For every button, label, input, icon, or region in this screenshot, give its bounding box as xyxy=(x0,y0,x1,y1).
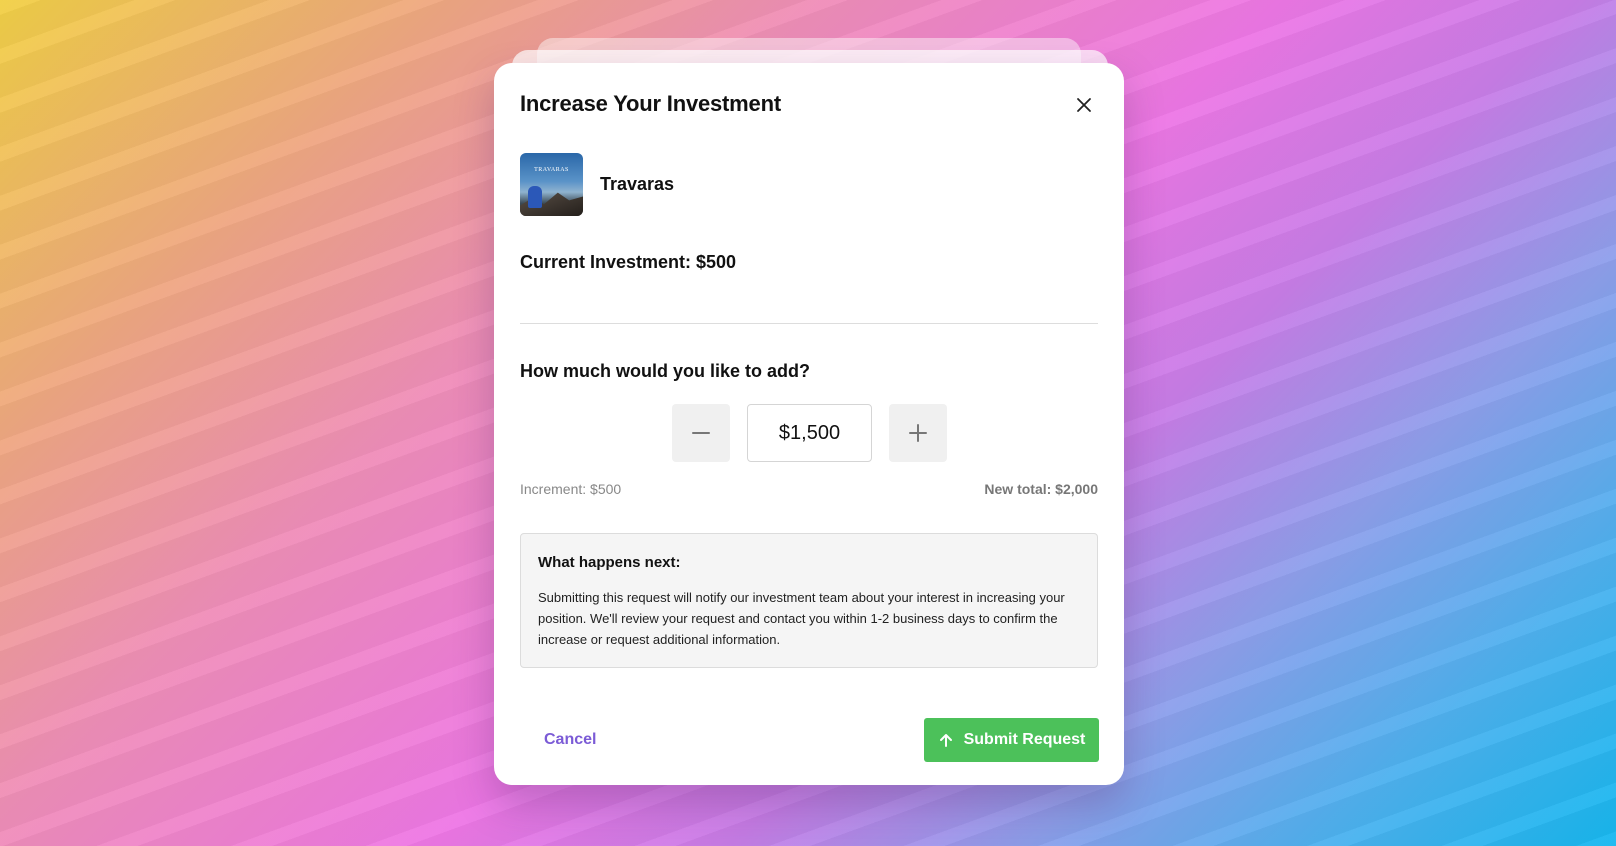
new-total-text: New total: $2,000 xyxy=(984,481,1098,497)
minus-icon xyxy=(692,432,710,434)
arrow-up-icon xyxy=(939,734,952,747)
increase-investment-modal: Increase Your Investment TRAVARAS Travar… xyxy=(494,63,1124,785)
thumbnail-person xyxy=(528,186,542,208)
close-icon xyxy=(1077,98,1091,112)
section-divider xyxy=(520,323,1098,324)
plus-icon xyxy=(909,424,927,442)
current-investment: Current Investment: $500 xyxy=(520,252,737,272)
modal-title: Increase Your Investment xyxy=(520,91,781,116)
decrement-button[interactable] xyxy=(672,404,730,462)
project-thumbnail: TRAVARAS xyxy=(520,153,583,216)
cancel-button[interactable]: Cancel xyxy=(544,731,596,749)
next-steps-title: What happens next: xyxy=(538,554,681,571)
increment-text: Increment: $500 xyxy=(520,481,622,497)
increment-button[interactable] xyxy=(889,404,947,462)
project-info: TRAVARAS Travaras xyxy=(520,153,674,216)
amount-stepper xyxy=(672,404,947,462)
thumbnail-caption: TRAVARAS xyxy=(534,167,569,173)
submit-request-button[interactable]: Submit Request xyxy=(924,718,1099,762)
amount-input[interactable] xyxy=(747,404,872,462)
amount-question: How much would you like to add? xyxy=(520,361,811,381)
project-name: Travaras xyxy=(600,174,675,194)
next-steps-body: Submitting this request will notify our … xyxy=(538,590,1065,647)
submit-label: Submit Request xyxy=(963,731,1086,748)
next-steps-box: What happens next: Submitting this reque… xyxy=(520,533,1098,668)
close-button[interactable] xyxy=(1070,91,1098,119)
